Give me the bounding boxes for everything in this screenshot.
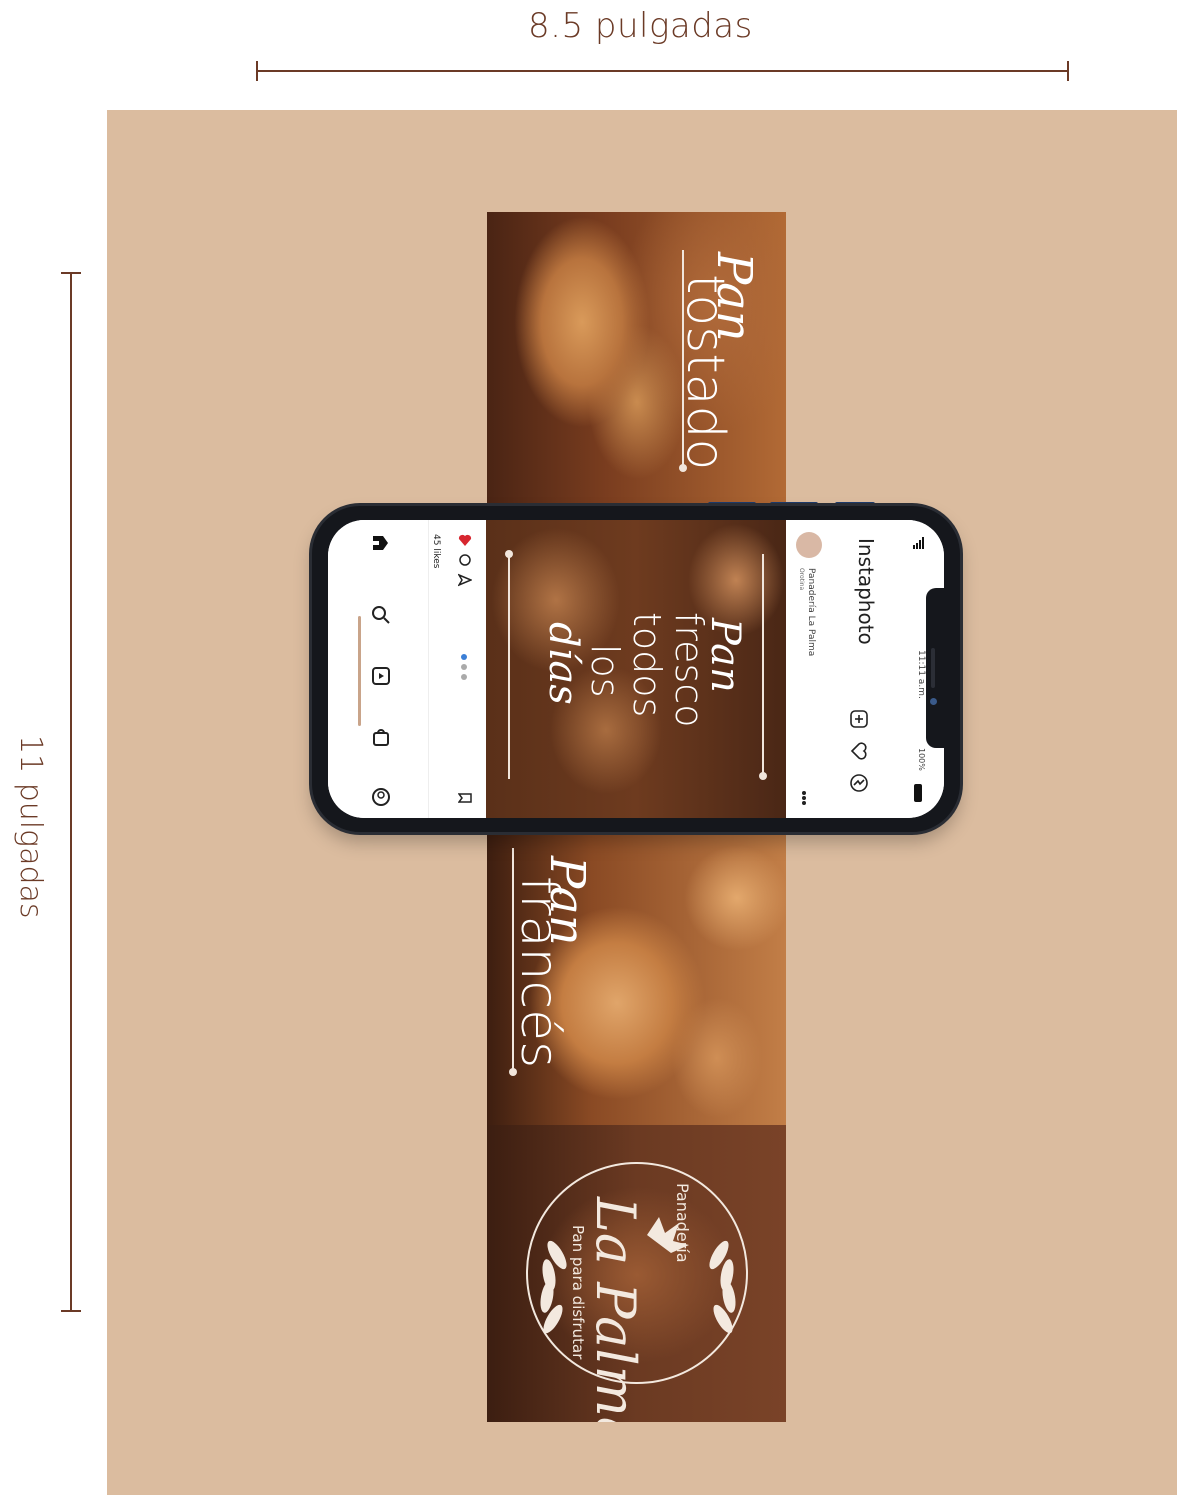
divider-dot <box>509 1068 517 1076</box>
comment-icon[interactable] <box>457 552 473 568</box>
post-line-1: fresco <box>667 612 711 728</box>
panel-word: tostado <box>675 274 735 471</box>
reels-icon[interactable] <box>370 665 392 687</box>
post-actions: 45 likes <box>428 520 487 818</box>
panel-logo: Panadería La Palma Pan para disfrutar <box>487 1125 786 1422</box>
bottom-nav <box>328 520 428 818</box>
like-icon[interactable] <box>457 532 473 548</box>
home-indicator <box>358 616 361 726</box>
more-icon[interactable] <box>796 790 812 806</box>
app-name: Instaphoto <box>854 538 878 645</box>
share-icon[interactable] <box>457 572 473 588</box>
height-tick-top <box>61 272 81 274</box>
app-header: Panadería La Palma Orotina Instaphoto 11… <box>786 520 944 818</box>
height-dimension-line <box>70 272 72 1312</box>
bookmark-icon[interactable] <box>457 790 473 806</box>
panel-pan-frances: Pan francés <box>487 828 786 1128</box>
carousel-dot <box>461 674 467 680</box>
account-name[interactable]: Panadería La Palma <box>806 568 816 656</box>
post-line-3: los <box>583 644 627 698</box>
messenger-icon[interactable] <box>848 772 870 794</box>
width-tick-left <box>256 61 258 81</box>
phone-notch <box>926 588 944 748</box>
carousel-dot <box>461 664 467 670</box>
divider-dot <box>759 772 767 780</box>
status-time: 11:11 a.m. <box>916 650 926 699</box>
width-tick-right <box>1067 61 1069 81</box>
post-image[interactable]: Pan fresco todos los días <box>486 520 786 818</box>
shop-icon[interactable] <box>370 726 392 748</box>
battery-icon <box>914 784 922 802</box>
camera <box>930 698 937 705</box>
profile-icon[interactable] <box>370 786 392 808</box>
divider-line <box>508 554 510 779</box>
phone-screen: 45 likes Pan fresco todos los días Panad… <box>328 520 944 818</box>
speaker <box>931 648 935 688</box>
search-icon[interactable] <box>370 604 392 626</box>
width-label: 8.5 pulgadas <box>528 6 753 46</box>
account-location: Orotina <box>798 568 805 591</box>
divider-line <box>762 554 764 779</box>
panel-pan-tostado: Pan tostado <box>487 212 786 512</box>
post-script-last: días <box>540 622 586 705</box>
signal-icon <box>912 536 926 550</box>
post-line-2: todos <box>625 612 669 718</box>
logo-name: La Palma <box>584 1197 647 1422</box>
height-tick-bottom <box>61 1310 81 1312</box>
new-post-icon[interactable] <box>848 708 870 730</box>
height-label: 11 pulgadas <box>13 735 48 919</box>
heart-icon[interactable] <box>848 740 870 762</box>
panel-word: francés <box>509 876 569 1069</box>
divider-dot <box>505 550 513 558</box>
logo-top-text: Panadería <box>673 1183 692 1263</box>
logo-tagline: Pan para disfrutar <box>569 1225 587 1360</box>
status-battery: 100% <box>917 748 926 771</box>
carousel-dot-active <box>461 654 467 660</box>
avatar[interactable] <box>796 532 822 558</box>
phone-frame: 45 likes Pan fresco todos los días Panad… <box>312 506 960 832</box>
width-dimension-line <box>256 70 1069 72</box>
likes-count: 45 likes <box>431 534 441 569</box>
home-icon[interactable] <box>370 532 392 554</box>
